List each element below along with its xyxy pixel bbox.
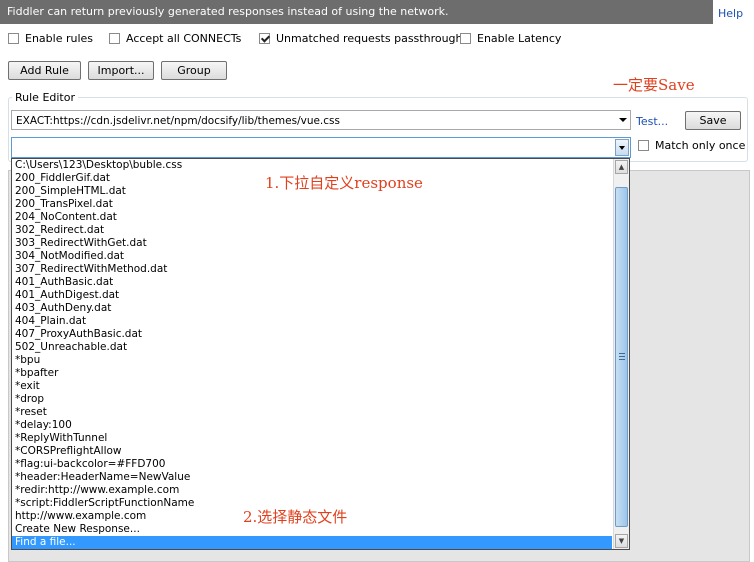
response-option[interactable]: 304_NotModified.dat xyxy=(12,250,612,263)
response-option[interactable]: 200_TransPixel.dat xyxy=(12,198,612,211)
checkbox-box[interactable] xyxy=(8,33,19,44)
dropdown-annotation: 1.下拉自定义response xyxy=(265,174,423,192)
unmatched-passthrough-checkbox[interactable]: Unmatched requests passthrough xyxy=(259,31,463,46)
info-bar: Fiddler can return previously generated … xyxy=(0,0,713,24)
response-option[interactable]: *exit xyxy=(12,380,612,393)
list-scrollbar[interactable]: ▲ ▼ xyxy=(613,159,629,549)
response-option[interactable]: 404_Plain.dat xyxy=(12,315,612,328)
response-option[interactable]: *drop xyxy=(12,393,612,406)
response-option[interactable]: 502_Unreachable.dat xyxy=(12,341,612,354)
response-dropdown-list[interactable]: C:\Users\123\Desktop\buble.css 200_Fiddle… xyxy=(11,158,630,550)
help-link[interactable]: Help xyxy=(718,7,743,20)
response-option[interactable]: 307_RedirectWithMethod.dat xyxy=(12,263,612,276)
info-bar-text: Fiddler can return previously generated … xyxy=(7,5,449,18)
scroll-up-icon[interactable]: ▲ xyxy=(615,160,628,174)
rule-editor-legend: Rule Editor xyxy=(12,91,78,104)
response-option[interactable]: *flag:ui-backcolor=#FFD700 xyxy=(12,458,612,471)
response-option[interactable]: 403_AuthDeny.dat xyxy=(12,302,612,315)
accept-connects-checkbox[interactable]: Accept all CONNECTs xyxy=(109,31,241,46)
response-option[interactable]: *header:HeaderName=NewValue xyxy=(12,471,612,484)
match-only-once-checkbox[interactable]: Match only once xyxy=(638,138,745,153)
match-rule-dropdown[interactable]: EXACT:https://cdn.jsdelivr.net/npm/docsi… xyxy=(11,110,631,130)
enable-latency-label: Enable Latency xyxy=(477,32,562,45)
enable-rules-label: Enable rules xyxy=(25,32,94,45)
response-options: C:\Users\123\Desktop\buble.css 200_Fiddle… xyxy=(12,159,612,549)
response-option[interactable]: 302_Redirect.dat xyxy=(12,224,612,237)
add-rule-button[interactable]: Add Rule xyxy=(8,61,81,80)
checkbox-box[interactable] xyxy=(638,140,649,151)
response-dropdown[interactable] xyxy=(11,137,631,158)
checkbox-box-checked[interactable] xyxy=(259,33,270,44)
response-option[interactable]: C:\Users\123\Desktop\buble.css xyxy=(12,159,612,172)
response-option[interactable]: *bpafter xyxy=(12,367,612,380)
scroll-thumb[interactable] xyxy=(615,187,628,527)
response-option[interactable]: *reset xyxy=(12,406,612,419)
save-annotation: 一定要Save xyxy=(613,76,695,94)
response-option[interactable]: 204_NoContent.dat xyxy=(12,211,612,224)
grip-icon xyxy=(619,353,625,360)
unmatched-passthrough-label: Unmatched requests passthrough xyxy=(276,32,463,45)
match-only-once-label: Match only once xyxy=(655,139,746,152)
response-option[interactable]: *bpu xyxy=(12,354,612,367)
checkbox-box[interactable] xyxy=(460,33,471,44)
checkbox-box[interactable] xyxy=(109,33,120,44)
accept-connects-label: Accept all CONNECTs xyxy=(126,32,242,45)
test-link[interactable]: Test... xyxy=(636,115,668,128)
response-option[interactable]: *delay:100 xyxy=(12,419,612,432)
match-rule-value: EXACT:https://cdn.jsdelivr.net/npm/docsi… xyxy=(16,115,340,127)
response-option[interactable]: *ReplyWithTunnel xyxy=(12,432,612,445)
save-button[interactable]: Save xyxy=(685,111,741,130)
scroll-down-icon[interactable]: ▼ xyxy=(615,534,628,548)
response-option[interactable]: 407_ProxyAuthBasic.dat xyxy=(12,328,612,341)
dropdown-arrow-icon[interactable] xyxy=(615,139,629,156)
response-option[interactable]: 401_AuthDigest.dat xyxy=(12,289,612,302)
response-option[interactable]: *redir:http://www.example.com xyxy=(12,484,612,497)
response-option[interactable]: *CORSPreflightAllow xyxy=(12,445,612,458)
dropdown-arrow-icon[interactable] xyxy=(619,118,627,122)
response-option[interactable]: 401_AuthBasic.dat xyxy=(12,276,612,289)
import-button[interactable]: Import... xyxy=(88,61,154,80)
enable-latency-checkbox[interactable]: Enable Latency xyxy=(460,31,561,46)
response-option[interactable]: 303_RedirectWithGet.dat xyxy=(12,237,612,250)
response-option[interactable]: Find a file... xyxy=(12,536,612,549)
static-file-annotation: 2.选择静态文件 xyxy=(243,508,348,526)
group-button[interactable]: Group xyxy=(161,61,227,80)
enable-rules-checkbox[interactable]: Enable rules xyxy=(8,31,93,46)
